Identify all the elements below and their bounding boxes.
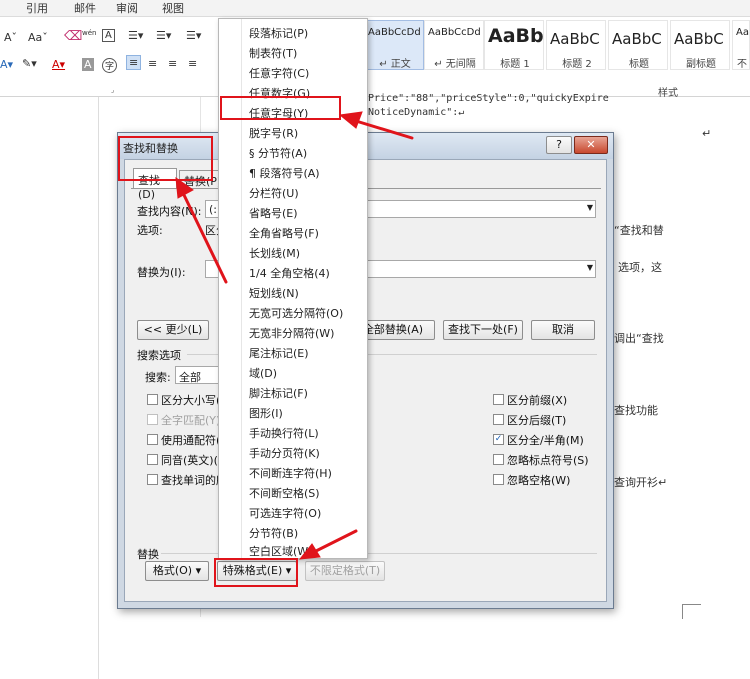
arrow-to-special-button <box>314 529 358 553</box>
arrow-head <box>175 176 194 199</box>
arrow-to-find-tab <box>182 193 228 284</box>
arrow-head <box>338 111 363 129</box>
arrow-to-any-letter <box>354 119 414 140</box>
arrow-head <box>298 543 321 560</box>
annotation-arrows <box>175 111 414 560</box>
